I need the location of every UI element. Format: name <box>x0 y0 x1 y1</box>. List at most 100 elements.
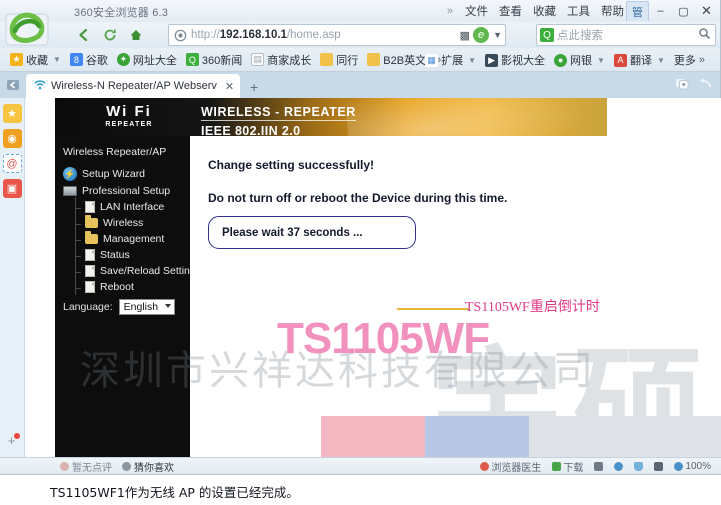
speaker-icon <box>654 461 664 471</box>
address-bar[interactable]: http://192.168.10.1/home.asp ▩ e ▼ <box>168 24 506 46</box>
status-bar: 暂无点评 猜你喜欢 浏览器医生 下载 100% <box>0 457 721 474</box>
search-input-placeholder[interactable]: 点此搜索 <box>554 27 603 43</box>
refresh-icon[interactable] <box>98 24 122 46</box>
url-scheme: http:// <box>191 29 220 41</box>
bookmark-peers-folder[interactable]: 同行 <box>320 52 358 68</box>
menu-help[interactable]: 帮助 <box>601 3 624 19</box>
window-menu: » 文件 查看 收藏 工具 帮助 <box>447 3 624 19</box>
status-no-comments[interactable]: 暂无点评 <box>60 459 112 474</box>
chevron-down-icon[interactable]: ▼ <box>493 30 502 40</box>
status-label: 下载 <box>563 462 584 474</box>
url-host: 192.168.10.1 <box>219 29 287 41</box>
chevron-down-icon[interactable]: ▼ <box>468 56 476 65</box>
site-shield-icon <box>169 29 191 42</box>
status-bar-left: 暂无点评 猜你喜欢 <box>60 459 174 474</box>
translate-icon: A <box>613 53 627 67</box>
sidebar-item-reboot[interactable]: Reboot <box>61 277 190 295</box>
sidebar-item-save-reload-settings[interactable]: Save/Reload Settings <box>61 261 201 279</box>
language-select[interactable]: English <box>118 299 175 315</box>
favorites-star-icon[interactable]: ★ <box>2 104 22 123</box>
shopping-bag-icon[interactable]: ▣ <box>2 179 22 198</box>
menu-file[interactable]: 文件 <box>465 3 488 19</box>
countdown-annotation: TS1105WF重启倒计时 <box>465 300 600 315</box>
menu-view[interactable]: 查看 <box>499 3 522 19</box>
warning-message: Do not turn off or reboot the Device dur… <box>208 191 508 205</box>
email-icon[interactable]: @ <box>2 154 22 173</box>
status-recommend[interactable]: 猜你喜欢 <box>122 459 174 474</box>
flag-icon <box>594 461 604 471</box>
ie-logo-icon <box>5 12 49 46</box>
status-download[interactable]: 下载 <box>552 459 583 474</box>
add-rail-item-button[interactable]: + <box>4 433 20 448</box>
status-globe[interactable] <box>614 461 624 471</box>
toolbar-extensions[interactable]: ▦ 扩展 ▼ <box>425 52 476 68</box>
engine-switch-icon[interactable]: e <box>473 27 490 43</box>
status-zoom[interactable]: 100% <box>674 461 711 472</box>
status-browser-doctor[interactable]: 浏览器医生 <box>480 459 541 474</box>
toolbar-video[interactable]: ▶ 影视大全 <box>485 52 545 68</box>
sidebar-item-label: Reboot <box>100 281 134 293</box>
tab-list-back-icon[interactable] <box>0 72 26 98</box>
chevron-down-icon[interactable]: ▼ <box>657 56 665 65</box>
file-icon <box>85 201 95 213</box>
bookmark-label: 同行 <box>336 54 359 67</box>
bookmark-favorites[interactable]: ★ 收藏 ▼ <box>10 52 61 68</box>
search-bar[interactable]: Q 点此搜索 <box>536 24 716 46</box>
folder-icon <box>85 231 98 244</box>
bookmark-b2b-folder[interactable]: B2B英文 <box>367 52 426 68</box>
status-flag[interactable] <box>594 461 604 471</box>
chevron-down-icon[interactable]: ▼ <box>597 56 605 65</box>
browser-window: 360安全浏览器 6.3 » 文件 查看 收藏 工具 帮助 管 – ▢ ✕ ht… <box>0 0 721 475</box>
sidebar-item-lan-interface[interactable]: LAN Interface <box>61 197 190 215</box>
qrcode-icon[interactable]: ▩ <box>460 29 470 42</box>
sidebar-item-wireless[interactable]: Wireless <box>61 213 190 231</box>
search-engine-icon: Q <box>540 28 554 42</box>
new-tab-button[interactable]: + <box>243 76 265 98</box>
sidebar-item-status[interactable]: Status <box>61 245 190 263</box>
search-submit-icon[interactable] <box>698 27 711 43</box>
bookmark-google[interactable]: 8 谷歌 <box>69 52 108 68</box>
weibo-icon[interactable]: ◉ <box>2 129 22 148</box>
bookmarks-bar: ★ 收藏 ▼ 8 谷歌 ✦ 网址大全 Q 360新闻 ▤ 商家成长 同行 B2B… <box>0 48 720 72</box>
bookmark-navsites[interactable]: ✦ 网址大全 <box>116 52 177 68</box>
browser-brand-title: 360安全浏览器 6.3 <box>74 7 169 19</box>
back-arrow-icon[interactable] <box>72 24 96 46</box>
page-color-bar-gray <box>529 416 721 458</box>
close-button[interactable]: ✕ <box>695 2 718 21</box>
menu-overflow-chevron-icon[interactable]: » <box>447 5 453 17</box>
file-icon <box>85 249 95 261</box>
home-icon[interactable] <box>124 24 148 46</box>
account-button[interactable]: 管 <box>626 1 649 21</box>
status-label: 猜你喜欢 <box>134 462 174 474</box>
minimize-button[interactable]: – <box>649 2 672 21</box>
more-chevron-icon[interactable]: » <box>699 54 705 66</box>
menu-tools[interactable]: 工具 <box>567 3 590 19</box>
tab-wireless-repeater[interactable]: Wireless-N Repeater/AP Webserv ✕ <box>26 74 241 98</box>
sidebar-item-setup-wizard[interactable]: ⚡ Setup Wizard <box>61 165 190 183</box>
sidebar-item-label: Setup Wizard <box>82 168 146 180</box>
chevron-down-icon[interactable]: ▼ <box>53 55 61 64</box>
toolbar-translate[interactable]: A 翻译 ▼ <box>613 52 665 68</box>
toolbar-ebank[interactable]: ● 网银 ▼ <box>554 52 605 68</box>
shield-icon <box>634 461 644 471</box>
toolbar-more[interactable]: 更多 » <box>674 52 705 68</box>
tab-close-icon[interactable]: ✕ <box>225 80 234 93</box>
menu-favorites[interactable]: 收藏 <box>533 3 556 19</box>
bookmark-360news[interactable]: Q 360新闻 <box>185 52 242 68</box>
undo-close-tab-icon[interactable] <box>698 77 712 93</box>
navigation-bar: http://192.168.10.1/home.asp ▩ e ▼ Q 点此搜… <box>0 12 720 48</box>
video-icon: ▶ <box>485 53 499 67</box>
maximize-button[interactable]: ▢ <box>672 2 695 21</box>
url-path: /home.asp <box>286 29 341 41</box>
bookmark-merchant[interactable]: ▤ 商家成长 <box>251 52 311 68</box>
status-shield[interactable] <box>634 461 644 471</box>
status-speaker[interactable] <box>654 461 664 471</box>
file-icon <box>85 265 95 277</box>
sidebar-item-management[interactable]: Management <box>61 229 190 247</box>
page-color-bar-red <box>321 416 425 458</box>
router-admin-page: Wi Fi REPEATER WIRELESS - REPEATER IEEE … <box>55 98 607 458</box>
figure-caption: TS1105WF1作为无线 AP 的设置已经完成。 <box>0 477 721 505</box>
duplicate-tab-icon[interactable] <box>675 76 689 93</box>
wifi-repeater-logo: Wi Fi REPEATER <box>87 103 171 128</box>
sidebar-item-professional-setup[interactable]: Professional Setup <box>61 183 190 199</box>
